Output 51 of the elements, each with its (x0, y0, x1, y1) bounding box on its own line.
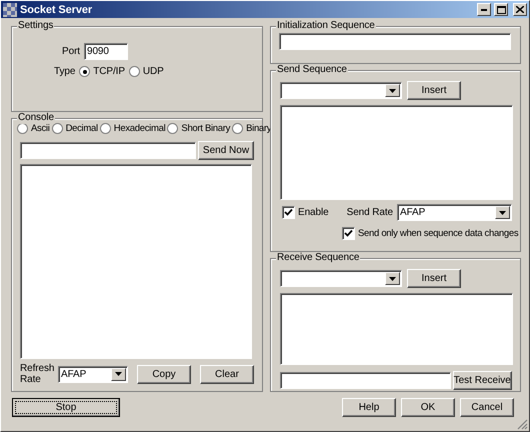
app-icon (3, 2, 17, 16)
maximize-button[interactable] (494, 3, 508, 16)
group-title: Settings (18, 20, 54, 31)
minimize-icon (481, 8, 487, 10)
format-radio[interactable]: Short Binary (167, 123, 230, 134)
stop-button[interactable]: Stop (12, 398, 120, 417)
copy-button[interactable]: Copy (137, 364, 191, 384)
format-radio[interactable]: Hexadecimal (100, 123, 166, 134)
window-title: Socket Server (20, 4, 94, 16)
close-button[interactable] (513, 3, 527, 16)
enable-checkbox[interactable]: Enable (282, 206, 329, 219)
port-label: Port (61, 46, 80, 57)
send-rate-dropdown[interactable]: AFAP (397, 204, 512, 221)
maximize-icon (496, 6, 506, 14)
group-title: Console (18, 112, 54, 123)
caret-icon (499, 210, 506, 214)
ok-button[interactable]: OK (401, 398, 455, 417)
caret-icon (115, 372, 122, 376)
cancel-button[interactable]: Cancel (460, 398, 514, 417)
port-field[interactable]: 9090 (84, 43, 128, 60)
group-title: Send Sequence (277, 64, 347, 75)
send-now-button[interactable]: Send Now (198, 141, 254, 160)
caret-icon (389, 276, 396, 280)
insert-button[interactable]: Insert (407, 269, 461, 288)
help-button[interactable]: Help (342, 398, 396, 417)
clear-button[interactable]: Clear (200, 364, 254, 384)
initialization-field[interactable] (279, 33, 511, 50)
send-field[interactable] (20, 142, 196, 159)
resize-grip-icon[interactable] (517, 419, 528, 430)
refresh-rate-label: Refresh Rate (20, 363, 56, 385)
type-radio[interactable]: TCP/IP (79, 66, 125, 77)
type-label: Type (54, 66, 76, 77)
receive-field[interactable] (280, 372, 451, 389)
receive-sequence-dropdown[interactable] (280, 270, 402, 287)
caret-icon (389, 88, 396, 92)
group-title: Receive Sequence (277, 252, 360, 263)
minimize-button[interactable] (477, 3, 491, 16)
send-only-changes-checkbox[interactable]: Send only when sequence data changes (342, 227, 518, 240)
send-rate-label: Send Rate (346, 207, 393, 218)
format-radio[interactable]: Decimal (52, 123, 98, 134)
sequence-dropdown[interactable] (280, 82, 402, 99)
test-receive-button[interactable]: Test Receive (452, 371, 512, 390)
type-radio[interactable]: UDP (128, 66, 164, 77)
format-radio[interactable]: Binary (232, 123, 272, 134)
check-icon (284, 208, 293, 217)
format-radio[interactable]: Ascii (17, 123, 50, 134)
refresh-rate-dropdown[interactable]: AFAP (58, 366, 128, 382)
group-title: Initialization Sequence (277, 20, 375, 31)
insert-button[interactable]: Insert (407, 81, 461, 100)
check-icon (344, 229, 353, 238)
close-icon (516, 6, 524, 13)
